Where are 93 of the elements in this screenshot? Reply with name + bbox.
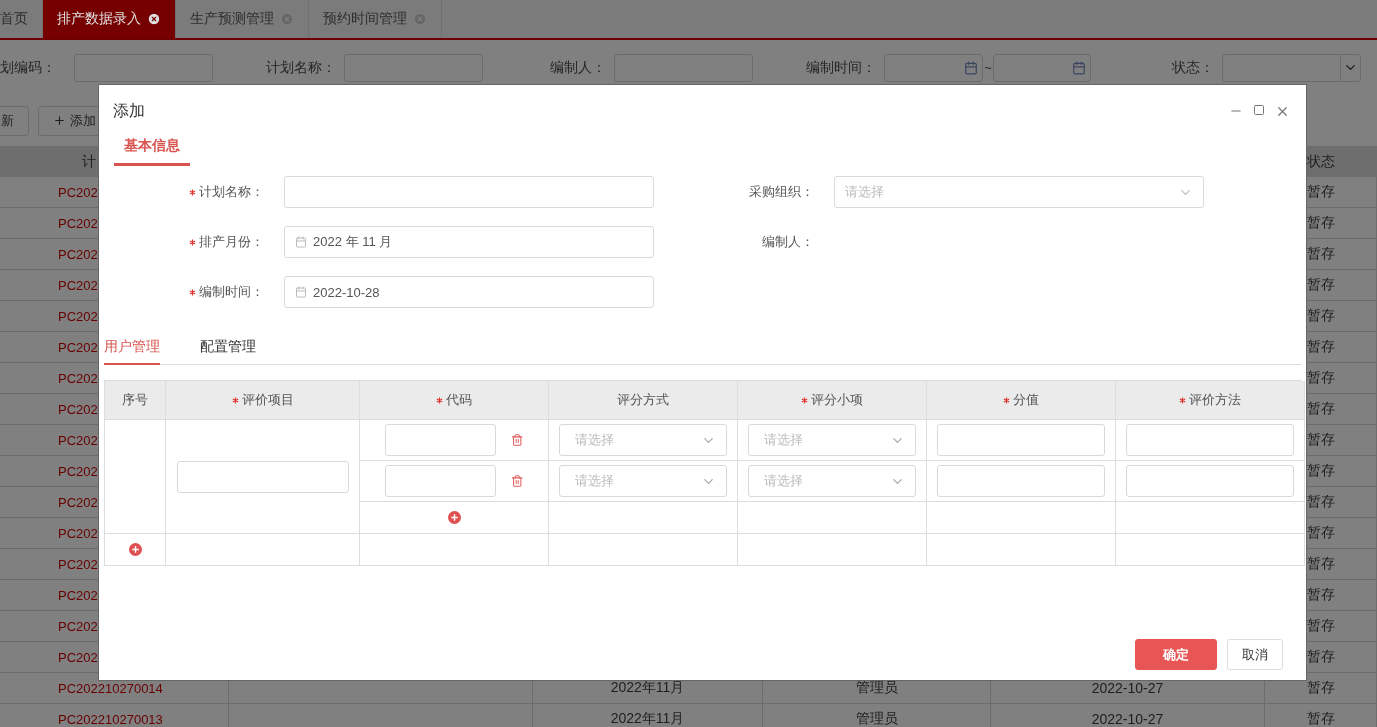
select-field[interactable]: 请选择 — [748, 424, 916, 456]
close-icon[interactable] — [147, 12, 161, 26]
field-label: 计划名称： — [265, 58, 337, 77]
status-text: 暂存 — [1306, 276, 1335, 294]
calendar-icon — [295, 286, 307, 298]
column-header: 评分小项 — [738, 381, 927, 420]
select-field[interactable]: 请选择 — [559, 465, 727, 497]
calendar-icon — [964, 60, 978, 75]
month-text: 2022年11月 — [610, 679, 685, 697]
status-text: 暂存 — [1306, 431, 1335, 449]
status-text: 暂存 — [1306, 183, 1335, 201]
status-text: 暂存 — [1306, 710, 1335, 727]
field-label: 计划名称： — [199, 183, 264, 201]
plan-code[interactable]: PC202 — [58, 339, 98, 355]
status-text: 暂存 — [1306, 648, 1335, 666]
plan-code[interactable]: PC202 — [58, 215, 98, 231]
status-text: 暂存 — [1306, 400, 1335, 418]
status-text: 暂存 — [1306, 586, 1335, 604]
calendar-icon — [1072, 60, 1086, 75]
plan-code[interactable]: PC202210270014 — [58, 680, 163, 696]
range-separator: ~ — [983, 60, 993, 75]
status-text: 暂存 — [1306, 524, 1335, 542]
editor-text: 管理员 — [855, 710, 898, 727]
field-label: 编制人： — [549, 58, 607, 77]
date-field[interactable] — [993, 53, 1091, 82]
plan-code[interactable]: PC202 — [58, 370, 98, 386]
select-field[interactable]: 请选择 — [834, 176, 1204, 208]
date-text: 2022-10-27 — [1091, 711, 1164, 727]
date-field[interactable]: 2022 年 11 月 — [284, 226, 654, 258]
plan-code[interactable]: PC202210270013 — [58, 711, 163, 727]
trash-icon[interactable] — [510, 474, 523, 488]
plan-code[interactable]: PC202 — [58, 432, 98, 448]
field-label: 编制时间： — [199, 283, 264, 301]
select-field[interactable]: 请选择 — [748, 465, 916, 497]
plan-code[interactable]: PC202 — [58, 277, 98, 293]
plan-code[interactable]: PC202 — [58, 618, 98, 634]
trash-icon[interactable] — [510, 433, 523, 447]
column-header: 评分方式 — [549, 381, 738, 420]
plan-code[interactable]: PC202 — [58, 587, 98, 603]
status-text: 暂存 — [1306, 493, 1335, 511]
tab[interactable]: 用户管理 — [104, 331, 160, 365]
status-text: 暂存 — [1306, 307, 1335, 325]
dialog-title: 添加 — [113, 100, 145, 121]
plan-code[interactable]: PC202 — [58, 308, 98, 324]
status-text: 暂存 — [1306, 617, 1335, 635]
select-field[interactable]: 请选择 — [559, 424, 727, 456]
page-tab[interactable]: 排产数据录入 — [43, 0, 176, 38]
plan-code[interactable]: PC202 — [58, 525, 98, 541]
calendar-icon — [295, 236, 307, 248]
column-header: 状态 — [1307, 152, 1335, 171]
field-label: 编制时间： — [805, 58, 877, 77]
page-tab[interactable]: 预约时间管理 — [309, 0, 442, 38]
field-label: 排产月份： — [199, 233, 264, 251]
plan-code[interactable]: PC202 — [58, 463, 98, 479]
maximize-icon[interactable] — [1253, 103, 1265, 116]
status-text: 暂存 — [1306, 369, 1335, 387]
plus-icon — [53, 114, 66, 127]
field-label: 划编码： — [0, 58, 57, 77]
column-header: 序号 — [105, 381, 166, 420]
date-field[interactable]: 2022-10-28 — [284, 276, 654, 308]
status-text: 暂存 — [1306, 214, 1335, 232]
date-field[interactable] — [884, 53, 983, 82]
section-tab[interactable]: 基本信息 — [114, 137, 190, 166]
plan-code[interactable]: PC202 — [58, 184, 98, 200]
column-header: 代码 — [360, 381, 549, 420]
field-label: 编制人： — [762, 233, 814, 251]
plan-code[interactable]: PC202 — [58, 556, 98, 572]
page-tab[interactable]: 生产预测管理 — [176, 0, 309, 38]
editor-text: 管理员 — [855, 679, 898, 697]
select-field[interactable] — [1222, 53, 1361, 82]
column-header: 评价项目 — [166, 381, 360, 420]
status-text: 暂存 — [1306, 462, 1335, 480]
plan-code[interactable]: PC202 — [58, 649, 98, 665]
add-icon[interactable] — [128, 543, 142, 556]
date-text: 2022-10-27 — [1091, 680, 1164, 696]
add-icon[interactable] — [447, 511, 461, 524]
month-text: 2022年11月 — [610, 710, 685, 727]
field-label: 状态： — [1171, 58, 1215, 77]
column-header: 分值 — [927, 381, 1116, 420]
column-header: 评价方法 — [1116, 381, 1305, 420]
plan-code[interactable]: PC202 — [58, 246, 98, 262]
plan-code[interactable]: PC202 — [58, 494, 98, 510]
plan-code[interactable]: PC202 — [58, 401, 98, 417]
status-text: 暂存 — [1306, 679, 1335, 697]
column-header: 计 — [82, 152, 96, 171]
status-text: 暂存 — [1306, 555, 1335, 573]
status-text: 暂存 — [1306, 245, 1335, 263]
tab[interactable]: 配置管理 — [200, 331, 256, 365]
field-label: 采购组织： — [749, 183, 814, 201]
status-text: 暂存 — [1306, 338, 1335, 356]
confirm-button[interactable]: 确定 — [1135, 639, 1217, 670]
toolbar-button[interactable]: 新 — [0, 105, 29, 136]
cancel-button[interactable]: 取消 — [1227, 639, 1283, 670]
